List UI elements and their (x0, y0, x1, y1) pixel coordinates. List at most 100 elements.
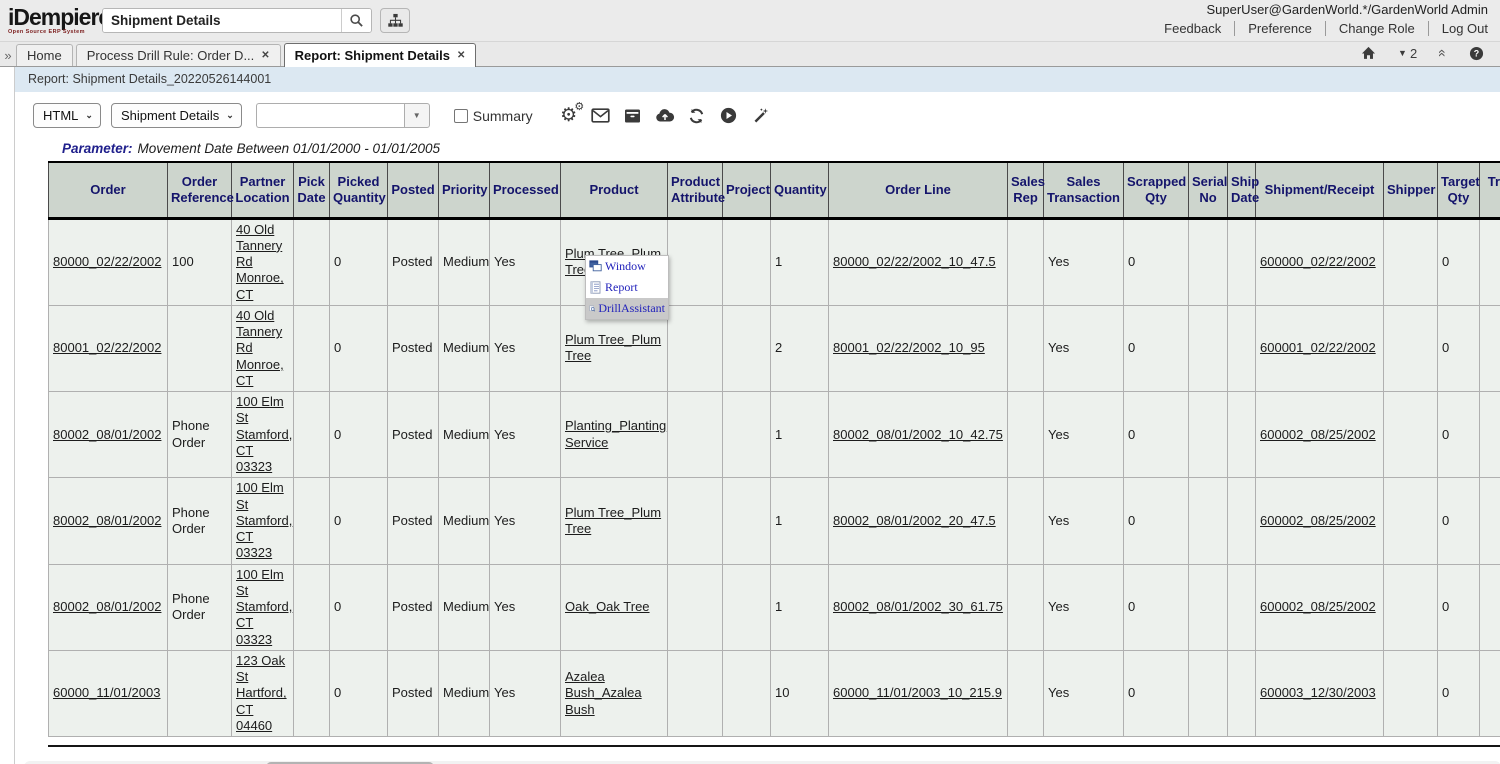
archive-button[interactable] (617, 102, 649, 130)
customize-report-button[interactable] (745, 102, 777, 130)
report-view-select[interactable]: Shipment Details ⌄ (111, 103, 242, 128)
order-line-link[interactable]: 80001_02/22/2002_10_95 (833, 340, 985, 355)
col-header-sales-rep: Sales Rep (1008, 162, 1044, 218)
col-header-scrapped-qty: Scrapped Qty (1124, 162, 1189, 218)
cell-posted: Posted (388, 564, 439, 650)
tab-report-shipment-details[interactable]: Report: Shipment Details ✕ (284, 43, 477, 67)
help-button[interactable]: ? (1469, 46, 1484, 61)
export-button[interactable] (649, 102, 681, 130)
order-link[interactable]: 80000_02/22/2002 (53, 254, 161, 269)
cell-shipper (1384, 650, 1438, 736)
cell-order: 60000_11/01/2003 (49, 650, 168, 736)
send-mail-button[interactable] (585, 102, 617, 130)
partner-location-link[interactable]: 100 Elm St Stamford, CT 03323 (236, 480, 292, 560)
cell-project (723, 478, 771, 564)
report-parameters-button[interactable]: ⚙⚙ (553, 102, 585, 130)
close-icon[interactable]: ✕ (261, 50, 269, 61)
col-header-serial-no: Serial No (1189, 162, 1228, 218)
cell-picked-quantity: 0 (330, 392, 388, 478)
cell-posted: Posted (388, 478, 439, 564)
cell-pick-date (294, 305, 330, 391)
summary-checkbox[interactable] (454, 109, 468, 123)
product-link[interactable]: Planting_Planting Service (565, 418, 666, 449)
log-out-link[interactable]: Log Out (1428, 21, 1488, 36)
order-link[interactable]: 80001_02/22/2002 (53, 340, 161, 355)
window-list-dropdown[interactable]: ▼ 2 (1398, 46, 1417, 61)
change-role-link[interactable]: Change Role (1325, 21, 1428, 36)
cell-sales-transaction: Yes (1044, 392, 1124, 478)
order-line-link[interactable]: 80000_02/22/2002_10_47.5 (833, 254, 996, 269)
cell-quantity: 1 (771, 218, 829, 305)
cell-order: 80000_02/22/2002 (49, 218, 168, 305)
cell-posted: Posted (388, 392, 439, 478)
cell-tracking (1480, 478, 1500, 564)
open-windows-count: 2 (1410, 46, 1417, 61)
close-icon[interactable]: ✕ (457, 50, 465, 61)
product-link[interactable]: Plum Tree_Plum Tree (565, 505, 661, 536)
partner-location-link[interactable]: 40 Old Tannery Rd Monroe, CT (236, 222, 284, 302)
tab-overflow-icon[interactable]: » (0, 48, 16, 63)
run-report-button[interactable] (713, 102, 745, 130)
context-menu-label: Report (605, 280, 638, 295)
order-link[interactable]: 80002_08/01/2002 (53, 513, 161, 528)
partner-location-link[interactable]: 40 Old Tannery Rd Monroe, CT (236, 308, 284, 388)
tab-process-drill-rule[interactable]: Process Drill Rule: Order D... ✕ (76, 44, 281, 66)
collapse-header-button[interactable]: « (1439, 45, 1447, 61)
order-line-link[interactable]: 60000_11/01/2003_10_215.9 (833, 685, 1002, 700)
cell-picked-quantity: 0 (330, 305, 388, 391)
shipment-receipt-link[interactable]: 600002_08/25/2002 (1260, 513, 1376, 528)
shipment-receipt-link[interactable]: 600000_02/22/2002 (1260, 254, 1376, 269)
cell-priority: Medium (439, 392, 490, 478)
home-button[interactable] (1361, 46, 1376, 60)
cell-serial-no (1189, 564, 1228, 650)
context-menu-item-window[interactable]: Window (586, 256, 668, 277)
report-table-clip: Order Order Reference Partner Location P… (48, 161, 1500, 737)
cell-scrapped-qty: 0 (1124, 305, 1189, 391)
global-search (102, 8, 372, 33)
context-menu-item-report[interactable]: Report (586, 277, 668, 298)
cell-project (723, 305, 771, 391)
tab-home[interactable]: Home (16, 44, 73, 66)
shipment-details-table: Order Order Reference Partner Location P… (48, 161, 1500, 737)
product-link[interactable]: Oak_Oak Tree (565, 599, 650, 614)
partner-location-link[interactable]: 100 Elm St Stamford, CT 03323 (236, 394, 292, 474)
order-link[interactable]: 60000_11/01/2003 (53, 685, 160, 700)
product-link[interactable]: Azalea Bush_Azalea Bush (565, 669, 642, 717)
cell-shipment-receipt: 600002_08/25/2002 (1256, 564, 1384, 650)
cell-processed: Yes (490, 218, 561, 305)
col-header-product: Product (561, 162, 668, 218)
partner-location-link[interactable]: 100 Elm St Stamford, CT 03323 (236, 567, 292, 647)
shipment-receipt-link[interactable]: 600003_12/30/2003 (1260, 685, 1376, 700)
combo-dropdown-button[interactable]: ▼ (404, 103, 430, 128)
product-link[interactable]: Plum Tree_Plum Tree (565, 332, 661, 363)
report-table-zone: Order Order Reference Partner Location P… (48, 161, 1500, 747)
refresh-button[interactable] (681, 102, 713, 130)
order-link[interactable]: 80002_08/01/2002 (53, 599, 161, 614)
top-bar: iDempiere Open Source ERP System SuperUs… (0, 0, 1500, 42)
cell-partner-location: 123 Oak St Hartford, CT 04460 (232, 650, 294, 736)
search-button[interactable] (341, 9, 371, 32)
tab-label: Process Drill Rule: Order D... (87, 48, 255, 63)
shipment-receipt-link[interactable]: 600001_02/22/2002 (1260, 340, 1376, 355)
export-format-select[interactable]: HTML ⌄ (33, 103, 101, 128)
shipment-receipt-link[interactable]: 600002_08/25/2002 (1260, 427, 1376, 442)
order-line-link[interactable]: 80002_08/01/2002_30_61.75 (833, 599, 1003, 614)
order-line-link[interactable]: 80002_08/01/2002_20_47.5 (833, 513, 996, 528)
cell-picked-quantity: 0 (330, 564, 388, 650)
feedback-link[interactable]: Feedback (1151, 21, 1234, 36)
shipment-receipt-link[interactable]: 600002_08/25/2002 (1260, 599, 1376, 614)
cell-sales-rep (1008, 305, 1044, 391)
cell-partner-location: 40 Old Tannery Rd Monroe, CT (232, 305, 294, 391)
context-menu-item-drillassistant[interactable]: DrillAssistant (586, 298, 668, 319)
partner-location-link[interactable]: 123 Oak St Hartford, CT 04460 (236, 653, 287, 733)
search-input[interactable] (103, 9, 341, 32)
order-link[interactable]: 80002_08/01/2002 (53, 427, 161, 442)
menu-tree-button[interactable] (380, 8, 410, 33)
order-line-link[interactable]: 80002_08/01/2002_10_42.75 (833, 427, 1003, 442)
col-header-sales-transaction: Sales Transaction (1044, 162, 1124, 218)
summary-option: Summary (454, 108, 533, 124)
find-combo-input[interactable] (256, 103, 404, 128)
cell-product-attribute (668, 564, 723, 650)
preference-link[interactable]: Preference (1234, 21, 1325, 36)
cloud-upload-icon (655, 108, 675, 123)
